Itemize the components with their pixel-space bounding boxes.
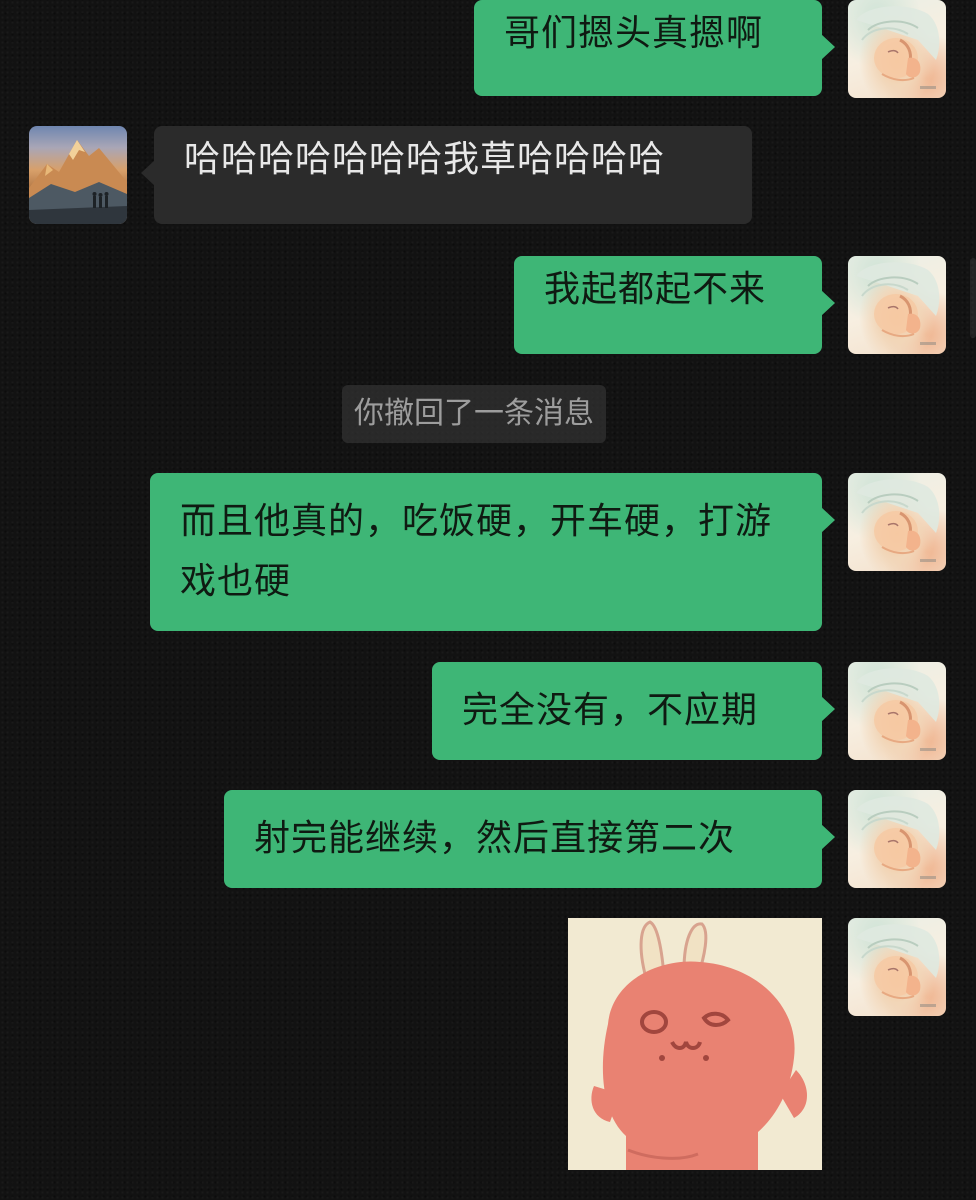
message-bubble-sent[interactable]: 完全没有，不应期 bbox=[432, 662, 835, 760]
message-text: 而且他真的，吃饭硬，开车硬，打游戏也硬 bbox=[180, 501, 773, 602]
message-text: 哈哈哈哈哈哈哈我草哈哈哈哈 bbox=[184, 139, 666, 180]
anime-girl-avatar-icon bbox=[848, 662, 946, 760]
avatar-me[interactable] bbox=[848, 790, 946, 888]
anime-girl-avatar-icon bbox=[848, 256, 946, 354]
avatar-friend[interactable] bbox=[29, 126, 127, 224]
chat-area: 哥们摁头真摁啊 哈哈哈哈哈哈哈我草哈哈哈哈 我起都起不来 你撤回了一条消息 而且… bbox=[0, 0, 976, 1200]
pink-rabbit-sticker[interactable] bbox=[568, 918, 822, 1170]
message-bubble-sent[interactable]: 哥们摁头真摁啊 bbox=[474, 0, 835, 96]
notice-text: 你撤回了一条消息 bbox=[354, 396, 594, 431]
message-text: 我起都起不来 bbox=[544, 269, 767, 310]
rabbit-sticker-icon bbox=[568, 918, 822, 1170]
anime-girl-avatar-icon bbox=[848, 473, 946, 571]
avatar-me[interactable] bbox=[848, 918, 946, 1016]
message-text: 完全没有，不应期 bbox=[462, 690, 759, 731]
message-bubble-sent[interactable]: 射完能继续，然后直接第二次 bbox=[224, 790, 835, 888]
message-bubble-sent[interactable]: 而且他真的，吃饭硬，开车硬，打游戏也硬 bbox=[150, 473, 835, 631]
avatar-me[interactable] bbox=[848, 256, 946, 354]
scroll-indicator[interactable] bbox=[970, 258, 976, 338]
avatar-me[interactable] bbox=[848, 662, 946, 760]
message-bubble-received[interactable]: 哈哈哈哈哈哈哈我草哈哈哈哈 bbox=[141, 126, 752, 224]
message-text: 射完能继续，然后直接第二次 bbox=[254, 818, 736, 859]
mountain-landscape-avatar-icon bbox=[29, 126, 127, 224]
anime-girl-avatar-icon bbox=[848, 0, 946, 98]
recalled-message-notice: 你撤回了一条消息 bbox=[342, 385, 606, 443]
message-bubble-sent[interactable]: 我起都起不来 bbox=[514, 256, 835, 354]
avatar-me[interactable] bbox=[848, 473, 946, 571]
anime-girl-avatar-icon bbox=[848, 918, 946, 1016]
avatar-me[interactable] bbox=[848, 0, 946, 98]
anime-girl-avatar-icon bbox=[848, 790, 946, 888]
message-text: 哥们摁头真摁啊 bbox=[504, 13, 764, 54]
